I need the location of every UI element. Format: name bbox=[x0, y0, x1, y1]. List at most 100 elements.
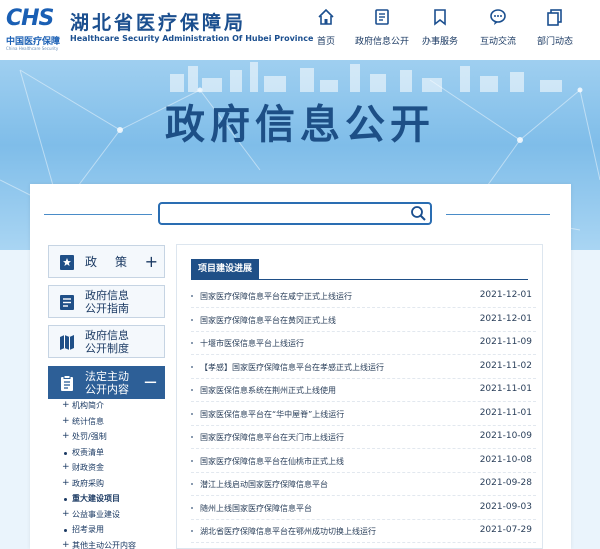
sidebar-subitem[interactable]: + 政府采购 bbox=[62, 478, 167, 494]
bullet-icon bbox=[191, 389, 193, 391]
list-item[interactable]: 国家医保信息平台在“华中屋脊”上线运行 2021-11-01 bbox=[191, 404, 536, 426]
nav-gov-info[interactable]: 政府信息公开 bbox=[353, 8, 411, 52]
nav-label: 首页 bbox=[316, 37, 335, 47]
sidebar-subitem[interactable]: + 其他主动公开内容 bbox=[62, 540, 167, 549]
item-date: 2021-07-29 bbox=[479, 525, 532, 535]
bullet-icon bbox=[64, 498, 67, 501]
nav-home[interactable]: 首页 bbox=[312, 8, 340, 52]
list-item[interactable]: 国家医疗保障信息平台在天门市上线运行 2021-10-09 bbox=[191, 427, 536, 449]
list-item[interactable]: 十堰市医保信息平台上线运行 2021-11-09 bbox=[191, 333, 536, 355]
item-title[interactable]: 国家医保信息平台在“华中屋脊”上线运行 bbox=[200, 409, 344, 420]
item-date: 2021-11-09 bbox=[479, 337, 532, 347]
item-title[interactable]: 随州上线国家医疗保障信息平台 bbox=[200, 503, 312, 514]
item-title[interactable]: 湖北省医疗保障信息平台在鄂州成功切换上线运行 bbox=[200, 526, 376, 537]
nav-label: 政府信息公开 bbox=[354, 37, 409, 47]
sidebar-subitem[interactable]: + 统计信息 bbox=[62, 416, 167, 432]
bullet-icon bbox=[191, 436, 193, 438]
item-date: 2021-12-01 bbox=[479, 290, 532, 300]
home-icon bbox=[318, 8, 334, 25]
expand-toggle: + bbox=[62, 400, 70, 410]
sidebar-subitem[interactable]: 权责清单 bbox=[62, 447, 167, 463]
banner-title: 政府信息公开 bbox=[165, 102, 435, 148]
bullet-icon bbox=[191, 318, 193, 321]
list-item[interactable]: 随州上线国家医疗保障信息平台 2021-09-03 bbox=[191, 498, 536, 520]
item-date: 2021-10-09 bbox=[479, 431, 532, 441]
sidebar-item-statutory-content[interactable]: 法定主动 公开内容 − bbox=[48, 366, 165, 399]
item-title[interactable]: 国家医疗保障信息平台在天门市上线运行 bbox=[200, 432, 344, 443]
bullet-icon bbox=[191, 459, 193, 462]
sidebar-item-label: 法定主动 公开内容 bbox=[85, 370, 129, 396]
bullet-icon bbox=[191, 506, 193, 509]
sidebar-subitem[interactable]: + 机构简介 bbox=[62, 400, 167, 416]
nav-label: 部门动态 bbox=[536, 37, 573, 47]
document-icon bbox=[375, 9, 389, 25]
sidebar-item-label: 政策 bbox=[85, 255, 146, 269]
item-title[interactable]: 国家医疗保障信息平台在咸宁正式上线运行 bbox=[200, 291, 352, 302]
item-date: 2021-09-03 bbox=[479, 501, 532, 512]
search-icon[interactable] bbox=[410, 205, 427, 222]
expand-toggle: + bbox=[62, 477, 70, 488]
expand-toggle: + bbox=[62, 539, 70, 549]
item-date: 2021-09-28 bbox=[479, 478, 532, 488]
item-title[interactable]: 十堰市医保信息平台上线运行 bbox=[200, 338, 304, 349]
list-item[interactable]: 国家医疗保障信息平台在仙桃市正式上线 2021-10-08 bbox=[191, 451, 536, 473]
sidebar-subitem[interactable]: + 公益事业建设 bbox=[62, 509, 167, 525]
list-doc-icon bbox=[60, 295, 74, 310]
list-item[interactable]: 国家医疗保障信息平台在黄冈正式上线 2021-12-01 bbox=[191, 310, 536, 332]
list-item[interactable]: 潜江上线启动国家医疗保障信息平台 2021-09-28 bbox=[191, 474, 536, 496]
list-item[interactable]: 【孝感】国家医疗保障信息平台在孝感正式上线运行 2021-11-02 bbox=[191, 357, 536, 379]
bullet-icon bbox=[191, 530, 193, 532]
clipboard-icon bbox=[61, 375, 73, 391]
sidebar-subitem[interactable]: + 财政资金 bbox=[62, 462, 167, 478]
section-divider bbox=[191, 279, 528, 280]
sidebar-item-disclosure-guide[interactable]: 政府信息 公开指南 bbox=[48, 285, 165, 318]
nav-label: 互动交流 bbox=[479, 37, 516, 47]
nav-services[interactable]: 办事服务 bbox=[420, 8, 460, 52]
sidebar-subitem[interactable]: 招考录用 bbox=[62, 524, 167, 540]
nav-interaction[interactable]: 互动交流 bbox=[478, 8, 518, 52]
bullet-icon bbox=[64, 529, 67, 532]
collapse-toggle[interactable]: − bbox=[143, 372, 158, 393]
sidebar-sublist: + 机构简介 + 统计信息 + 处罚/强制 权责清单 + 财政资金 + 政府采购 重大建设… bbox=[62, 400, 167, 549]
expand-toggle: + bbox=[62, 508, 70, 519]
logo-mark: CHS bbox=[6, 6, 54, 31]
section-title: 项目建设进展 bbox=[191, 259, 259, 279]
expand-toggle[interactable]: + bbox=[145, 252, 158, 271]
item-title[interactable]: 潜江上线启动国家医疗保障信息平台 bbox=[200, 479, 328, 490]
copy-icon bbox=[547, 9, 562, 26]
sidebar-item-label: 政府信息 公开指南 bbox=[85, 289, 129, 315]
sidebar-subitem-active[interactable]: 重大建设项目 bbox=[62, 493, 167, 509]
nav-label: 办事服务 bbox=[421, 37, 458, 47]
bullet-icon bbox=[191, 295, 193, 297]
list-item[interactable]: 国家医保信息系统在荆州正式上线使用 2021-11-01 bbox=[191, 380, 536, 402]
sidebar-subitem[interactable]: + 处罚/强制 bbox=[62, 431, 167, 447]
item-date: 2021-11-01 bbox=[479, 407, 532, 418]
bullet-icon bbox=[191, 365, 193, 368]
map-icon bbox=[60, 335, 74, 350]
expand-toggle: + bbox=[62, 431, 70, 441]
list-item[interactable]: 国家医疗保障信息平台在咸宁正式上线运行 2021-12-01 bbox=[191, 286, 536, 308]
item-date: 2021-11-01 bbox=[479, 384, 532, 394]
site-header: CHS 中国医疗保障 China Healthcare Security 湖北省… bbox=[0, 0, 600, 60]
item-date: 2021-10-08 bbox=[479, 454, 532, 465]
item-date: 2021-12-01 bbox=[479, 313, 532, 324]
item-date: 2021-11-02 bbox=[479, 360, 532, 371]
item-title[interactable]: 国家医疗保障信息平台在仙桃市正式上线 bbox=[200, 456, 344, 467]
nav-department-news[interactable]: 部门动态 bbox=[535, 8, 575, 52]
chat-icon bbox=[490, 9, 506, 25]
star-doc-icon bbox=[60, 255, 74, 270]
list-item[interactable]: 湖北省医疗保障信息平台在鄂州成功切换上线运行 2021-07-29 bbox=[191, 521, 536, 543]
sidebar-item-policy[interactable]: 政策 + bbox=[48, 245, 165, 278]
site-title: 湖北省医疗保障局 bbox=[70, 12, 247, 34]
bullet-icon bbox=[191, 412, 193, 415]
item-title[interactable]: 国家医保信息系统在荆州正式上线使用 bbox=[200, 385, 336, 396]
item-title[interactable]: 【孝感】国家医疗保障信息平台在孝感正式上线运行 bbox=[200, 362, 384, 373]
chs-logo[interactable]: CHS 中国医疗保障 China Healthcare Security bbox=[6, 6, 64, 52]
item-title[interactable]: 国家医疗保障信息平台在黄冈正式上线 bbox=[200, 315, 336, 326]
logo-tagline: China Healthcare Security bbox=[6, 46, 59, 51]
sidebar-item-label: 政府信息 公开制度 bbox=[85, 329, 129, 355]
search-input[interactable] bbox=[166, 206, 402, 221]
bookmark-icon bbox=[434, 9, 446, 26]
search-box bbox=[158, 202, 432, 225]
sidebar-item-disclosure-system[interactable]: 政府信息 公开制度 bbox=[48, 325, 165, 358]
